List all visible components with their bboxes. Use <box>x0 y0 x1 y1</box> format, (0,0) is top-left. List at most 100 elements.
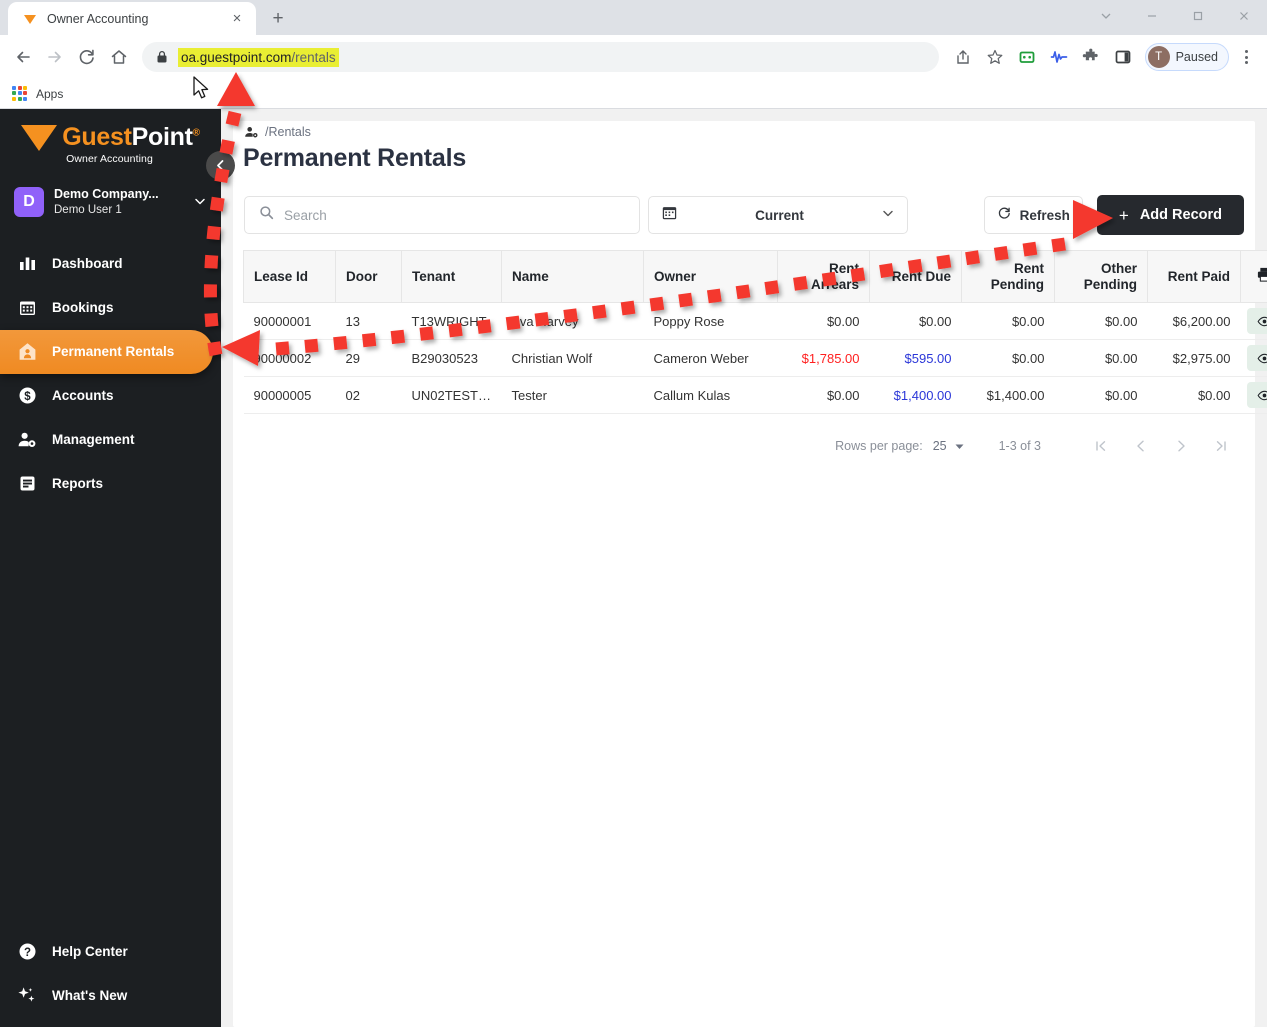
column-header-name[interactable]: Name <box>501 249 644 304</box>
company-name: Demo Company... <box>54 187 159 201</box>
company-avatar: D <box>14 187 44 218</box>
sidebar-item-bookings[interactable]: Bookings <box>0 286 221 330</box>
share-icon[interactable] <box>949 43 977 71</box>
svg-text:$: $ <box>24 391 31 403</box>
sidebar-item-label: Permanent Rentals <box>52 344 175 360</box>
sidebar-collapse-button[interactable] <box>206 151 235 180</box>
page-viewport: GuestPoint® Owner Accounting D Demo Comp… <box>0 109 1267 1027</box>
close-icon[interactable] <box>1221 0 1267 32</box>
sidebar-item-permanent-rentals[interactable]: Permanent Rentals <box>0 329 213 374</box>
cell-actions <box>1240 376 1267 415</box>
column-header-tenant[interactable]: Tenant <box>401 249 502 304</box>
column-header-owner[interactable]: Owner <box>643 249 778 304</box>
side-panel-icon[interactable] <box>1109 43 1137 71</box>
pagination-range: 1-3 of 3 <box>998 439 1041 454</box>
chevron-down-icon[interactable] <box>1083 0 1129 32</box>
tab-strip: Owner Accounting × + <box>0 0 1267 35</box>
chevron-down-icon[interactable] <box>193 194 207 211</box>
cell-name: Tester <box>501 376 644 415</box>
cell-rent-pending: $1,400.00 <box>961 376 1055 415</box>
forward-icon <box>40 42 70 72</box>
maximize-icon[interactable] <box>1175 0 1221 32</box>
refresh-button[interactable]: Refresh <box>983 196 1083 234</box>
address-bar[interactable]: oa.guestpoint.com/rentals <box>142 42 939 72</box>
company-selector[interactable]: D Demo Company... Demo User 1 <box>0 177 221 228</box>
app-sidebar: GuestPoint® Owner Accounting D Demo Comp… <box>0 109 235 1027</box>
svg-text:?: ? <box>23 946 30 958</box>
breadcrumb-text[interactable]: /Rentals <box>265 125 311 139</box>
cell-tenant: B29030523 <box>401 339 502 378</box>
browser-tab[interactable]: Owner Accounting × <box>8 2 256 35</box>
table-row[interactable]: 90000005 02 UN02TESTER Tester Callum Kul… <box>243 376 1267 415</box>
browser-menu-icon[interactable] <box>1233 50 1259 64</box>
view-row-button[interactable] <box>1247 308 1267 335</box>
person-gear-icon <box>243 124 259 140</box>
robot-extension-icon[interactable] <box>1013 43 1041 71</box>
plus-icon: + <box>1118 205 1129 225</box>
chevron-down-icon[interactable] <box>881 206 895 225</box>
column-header-door[interactable]: Door <box>335 249 402 304</box>
browser-toolbar: oa.guestpoint.com/rentals T Paused <box>0 35 1267 79</box>
chevron-down-icon <box>955 444 964 449</box>
sidebar-item-reports[interactable]: Reports <box>0 462 221 506</box>
cell-name: Christian Wolf <box>501 339 644 378</box>
period-select[interactable]: Current <box>648 196 908 234</box>
column-header-rent-pending[interactable]: Rent Pending <box>961 249 1055 304</box>
cell-other-pending: $0.00 <box>1054 376 1148 415</box>
period-value: Current <box>755 207 804 223</box>
cell-name: Ava Harvey <box>501 302 644 341</box>
view-row-button[interactable] <box>1247 345 1267 372</box>
waveform-extension-icon[interactable] <box>1045 43 1073 71</box>
avatar: T <box>1147 46 1170 68</box>
cell-rent-pending: $0.00 <box>961 339 1055 378</box>
profile-chip[interactable]: T Paused <box>1144 43 1229 71</box>
pagination: Rows per page: 25 1-3 of 3 <box>243 414 1245 462</box>
table-body: 90000001 13 T13WRIGHT Ava Harvey Poppy R… <box>243 302 1267 415</box>
table-row[interactable]: 90000001 13 T13WRIGHT Ava Harvey Poppy R… <box>243 302 1267 341</box>
reload-icon[interactable] <box>72 42 102 72</box>
column-header-lease-id[interactable]: Lease Id <box>243 249 336 304</box>
bookmark-star-icon[interactable] <box>981 43 1009 71</box>
cell-actions <box>1240 302 1267 341</box>
back-icon[interactable] <box>8 42 38 72</box>
cell-rent-due[interactable]: $1,400.00 <box>869 376 962 415</box>
prev-page-button[interactable] <box>1121 430 1161 462</box>
sidebar-item-management[interactable]: Management <box>0 418 221 462</box>
sidebar-item-accounts[interactable]: $ Accounts <box>0 374 221 418</box>
search-box[interactable] <box>244 196 640 234</box>
table-row[interactable]: 90000002 29 B29030523 Christian Wolf Cam… <box>243 339 1267 378</box>
add-record-button[interactable]: + Add Record <box>1096 195 1244 235</box>
column-header-other-pending[interactable]: Other Pending <box>1054 249 1148 304</box>
puzzle-extensions-icon[interactable] <box>1077 43 1105 71</box>
cell-owner: Callum Kulas <box>643 376 778 415</box>
cell-rent-paid: $0.00 <box>1147 376 1241 415</box>
bookmarks-bar: Apps <box>0 79 1267 109</box>
column-header-rent-due[interactable]: Rent Due <box>869 249 962 304</box>
new-tab-button[interactable]: + <box>264 4 292 32</box>
home-icon[interactable] <box>104 42 134 72</box>
view-row-button[interactable] <box>1247 382 1267 409</box>
cell-rent-due[interactable]: $595.00 <box>869 339 962 378</box>
minimize-icon[interactable] <box>1129 0 1175 32</box>
close-icon[interactable]: × <box>228 10 246 28</box>
brand-logo: GuestPoint® Owner Accounting <box>0 109 221 171</box>
table-header-row: Lease Id Door Tenant Name Owner Rent Arr… <box>243 249 1267 304</box>
cell-lease-id: 90000002 <box>243 339 336 378</box>
column-header-rent-paid[interactable]: Rent Paid <box>1147 249 1241 304</box>
cell-rent-paid: $2,975.00 <box>1147 339 1241 378</box>
search-input[interactable] <box>284 207 625 223</box>
tab-title: Owner Accounting <box>47 11 149 26</box>
cell-owner: Cameron Weber <box>643 339 778 378</box>
rows-per-page-label: Rows per page: <box>835 439 923 454</box>
last-page-button[interactable] <box>1201 430 1241 462</box>
sidebar-item-whats-new[interactable]: What's New <box>0 973 221 1017</box>
rows-per-page-select[interactable]: 25 <box>933 439 965 453</box>
sidebar-item-help-center[interactable]: ? Help Center <box>0 929 221 973</box>
apps-grid-icon[interactable] <box>12 85 28 102</box>
next-page-button[interactable] <box>1161 430 1201 462</box>
column-header-rent-arrears[interactable]: Rent Arrears <box>777 249 870 304</box>
sidebar-item-dashboard[interactable]: Dashboard <box>0 242 221 286</box>
print-button[interactable] <box>1240 249 1267 304</box>
bookmark-apps-label[interactable]: Apps <box>36 87 63 101</box>
first-page-button[interactable] <box>1081 430 1121 462</box>
